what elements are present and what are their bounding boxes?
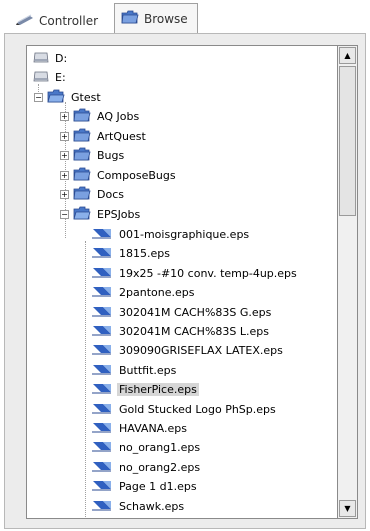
folder-icon bbox=[73, 128, 91, 145]
drive-icon bbox=[33, 51, 49, 67]
tree-item-drive-d[interactable]: D: bbox=[33, 49, 69, 68]
tree-item-label: HAVANA.eps bbox=[119, 422, 187, 435]
tree-item-label: D: bbox=[55, 52, 68, 65]
tree-item-file[interactable]: Page 1 d1.eps bbox=[91, 477, 199, 496]
tree-item-file[interactable]: FisherPice.eps bbox=[91, 380, 199, 399]
collapse-icon[interactable]: − bbox=[60, 209, 69, 219]
tree-item-label: 302041M CACH%83S L.eps bbox=[119, 325, 269, 338]
expand-icon[interactable]: + bbox=[60, 170, 69, 180]
eps-file-icon bbox=[91, 304, 113, 321]
tree-item-file[interactable]: 1815.eps bbox=[91, 244, 172, 263]
folder-icon bbox=[73, 108, 91, 125]
eps-file-icon bbox=[91, 265, 113, 282]
tree-item-folder[interactable]: + ComposeBugs bbox=[60, 166, 178, 185]
eps-file-icon bbox=[91, 245, 113, 262]
eps-file-icon bbox=[91, 342, 113, 359]
folder-icon bbox=[73, 147, 91, 164]
tree-item-label: 19x25 -#10 conv. temp-4up.eps bbox=[119, 266, 297, 280]
tree-item-label: ArtQuest bbox=[97, 129, 146, 143]
tree-item-label: Buttfit.eps bbox=[119, 363, 177, 377]
tree-item-file[interactable]: Schawk.eps bbox=[91, 497, 186, 516]
eps-file-icon bbox=[91, 226, 113, 243]
tree-item-file[interactable]: 309090GRISEFLAX LATEX.eps bbox=[91, 341, 285, 360]
tree-item-label: no_orang1.eps bbox=[119, 441, 201, 455]
tree-item-file[interactable]: 19x25 -#10 conv. temp-4up.eps bbox=[91, 264, 299, 283]
eps-file-icon bbox=[91, 459, 113, 476]
tab-controller[interactable]: Controller bbox=[10, 8, 114, 34]
eps-file-icon bbox=[91, 498, 113, 515]
tree-item-label: Docs bbox=[97, 188, 124, 201]
tree-item-file[interactable]: 2pantone.eps bbox=[91, 283, 196, 302]
drive-icon bbox=[33, 70, 49, 86]
folder-icon bbox=[73, 186, 91, 203]
tree-item-label: AQ Jobs bbox=[97, 110, 140, 123]
tree-item-label: 1815.eps bbox=[119, 247, 170, 261]
tab-browse[interactable]: Browse bbox=[114, 3, 198, 33]
tree-item-drive-e[interactable]: E: bbox=[33, 68, 68, 87]
tree-item-folder[interactable]: + Bugs bbox=[60, 146, 126, 165]
scroll-thumb[interactable] bbox=[339, 66, 356, 216]
tree-item-gtest[interactable]: − Gtest bbox=[34, 88, 103, 107]
vertical-scrollbar[interactable]: ▲ ▼ bbox=[338, 45, 358, 519]
eps-file-icon bbox=[91, 439, 113, 456]
tree-item-label: 001-moisgraphique.eps bbox=[119, 228, 250, 241]
tree-item-label: E: bbox=[55, 71, 66, 84]
scroll-up-button[interactable]: ▲ bbox=[339, 47, 356, 64]
folder-open-icon bbox=[47, 89, 65, 106]
tree-item-file[interactable]: no_orang2.eps bbox=[91, 458, 202, 477]
tree-item-file[interactable]: 302041M CACH%83S G.eps bbox=[91, 303, 273, 322]
tree-item-label: Page 1 d1.eps bbox=[119, 480, 197, 494]
tree-item-folder[interactable]: + AQ Jobs bbox=[60, 107, 141, 126]
eps-file-icon bbox=[91, 323, 113, 340]
tree-item-folder[interactable]: + ArtQuest bbox=[60, 127, 148, 146]
expand-icon[interactable]: + bbox=[60, 131, 69, 141]
tree-item-file[interactable]: no_orang1.eps bbox=[91, 438, 202, 457]
pencil-icon bbox=[16, 13, 34, 28]
eps-file-icon bbox=[91, 478, 113, 495]
tree-item-folder[interactable]: − EPSJobs bbox=[60, 205, 142, 224]
tree-item-label: 2pantone.eps bbox=[119, 286, 195, 300]
eps-file-icon bbox=[91, 362, 113, 379]
tab-browse-label: Browse bbox=[144, 11, 188, 26]
eps-file-icon bbox=[91, 401, 113, 418]
tree-item-file[interactable]: Buttfit.eps bbox=[91, 361, 178, 380]
tree-item-label: ComposeBugs bbox=[97, 168, 176, 182]
file-tree[interactable]: D: E: − Gtest + AQ Jobs + ArtQuest + Bugs + Com… bbox=[26, 45, 338, 519]
tree-connector bbox=[85, 241, 86, 517]
eps-file-icon bbox=[91, 284, 113, 301]
tree-item-label: Gtest bbox=[71, 91, 101, 104]
collapse-icon[interactable]: − bbox=[34, 93, 43, 102]
expand-icon[interactable]: + bbox=[60, 190, 69, 199]
tree-item-label: Bugs bbox=[97, 149, 125, 162]
tree-item-file[interactable]: Gold Stucked Logo PhSp.eps bbox=[91, 400, 278, 419]
tree-item-label: Schawk.eps bbox=[119, 499, 185, 513]
tab-controller-label: Controller bbox=[39, 13, 99, 28]
tree-item-label: 302041M CACH%83S G.eps bbox=[119, 305, 272, 319]
eps-file-icon bbox=[91, 381, 113, 398]
expand-icon[interactable]: + bbox=[60, 112, 69, 121]
tree-item-label: 309090GRISEFLAX LATEX.eps bbox=[119, 344, 283, 358]
tree-item-folder[interactable]: + Docs bbox=[60, 185, 126, 204]
scroll-down-button[interactable]: ▼ bbox=[339, 500, 356, 517]
folder-icon bbox=[73, 167, 91, 184]
tree-item-file[interactable]: 001-moisgraphique.eps bbox=[91, 225, 251, 244]
folder-open-icon bbox=[73, 206, 91, 223]
eps-file-icon bbox=[91, 420, 113, 437]
tree-item-file[interactable]: 302041M CACH%83S L.eps bbox=[91, 322, 271, 341]
folder-icon bbox=[121, 10, 139, 27]
expand-icon[interactable]: + bbox=[60, 151, 69, 160]
tree-item-label: no_orang2.eps bbox=[119, 460, 201, 474]
tree-item-file[interactable]: HAVANA.eps bbox=[91, 419, 189, 438]
tree-item-label: FisherPice.eps bbox=[117, 383, 199, 397]
tree-item-label: EPSJobs bbox=[97, 207, 141, 221]
tree-item-label: Gold Stucked Logo PhSp.eps bbox=[119, 402, 276, 416]
